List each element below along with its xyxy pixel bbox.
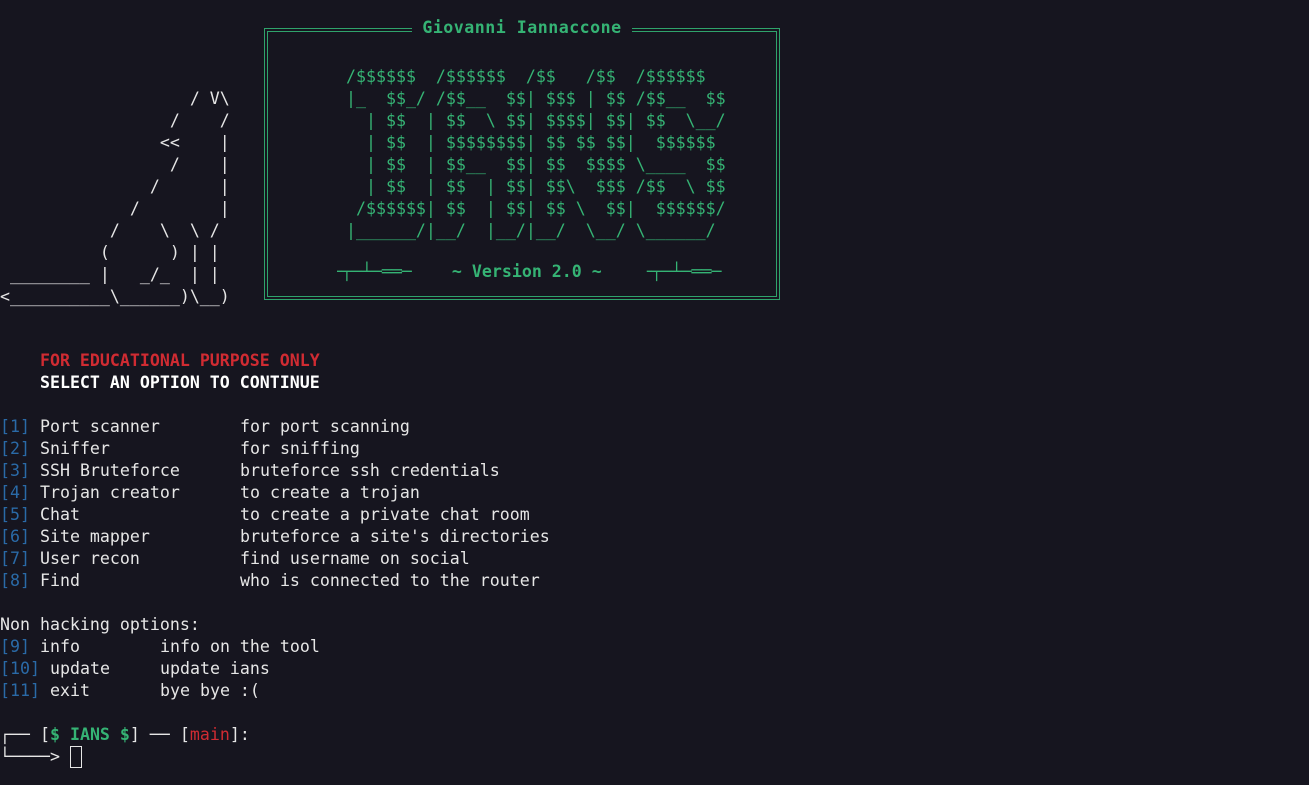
select-instruction: SELECT AN OPTION TO CONTINUE: [39, 373, 320, 392]
version-text: ~ Version 2.0 ~: [451, 262, 602, 281]
prompt-corner-bottom: └────>: [0, 747, 60, 766]
option-number: [1]: [0, 417, 30, 436]
option-description: update ians: [160, 659, 270, 678]
option-description: for sniffing: [239, 439, 360, 458]
option-label: Sniffer: [39, 439, 110, 458]
prompt-separator: ─: [149, 725, 160, 744]
menu-option[interactable]: [4] Trojan creator to create a trojan: [0, 482, 420, 504]
menu-option[interactable]: [3] SSH Bruteforce bruteforce ssh credenti…: [0, 460, 500, 482]
option-description: who is connected to the router: [239, 571, 540, 590]
menu-option[interactable]: [1] Port scanner for port scanning: [0, 416, 410, 438]
gun-left-icon: ╶┬─┴─══─: [332, 262, 412, 281]
option-label: update: [50, 659, 110, 678]
notice-warning-line: FOR EDUCATIONAL PURPOSE ONLY: [0, 350, 320, 372]
option-number: [9]: [0, 637, 30, 656]
option-number: [4]: [0, 483, 30, 502]
gun-right-icon: ╶┬─┴─══─: [641, 262, 722, 281]
notice-instruction-line: SELECT AN OPTION TO CONTINUE: [0, 372, 320, 394]
option-description: find username on social: [239, 549, 470, 568]
option-number: [10]: [0, 659, 40, 678]
prompt-line: ┌── [$ IANS $] ── [main]:: [0, 725, 250, 744]
option-number: [11]: [0, 681, 40, 700]
option-label: SSH Bruteforce: [39, 461, 180, 480]
menu-option[interactable]: [7] User recon find username on social: [0, 548, 470, 570]
ians-logo-ascii: /$$$$$$ /$$$$$$ /$$ /$$ /$$$$$$ |_ $$_/ …: [346, 67, 726, 240]
option-label: Port scanner: [39, 417, 160, 436]
option-description: for port scanning: [239, 417, 410, 436]
menu-option[interactable]: [8] Find who is connected to the router: [0, 570, 540, 592]
non-hacking-option[interactable]: [9] info info on the tool: [0, 636, 320, 658]
option-number: [2]: [0, 439, 30, 458]
option-description: info on the tool: [160, 637, 320, 656]
banner-title-text: Giovanni Iannaccone: [412, 18, 632, 37]
educational-warning: FOR EDUCATIONAL PURPOSE ONLY: [39, 351, 320, 370]
option-label: User recon: [39, 549, 140, 568]
option-description: bruteforce ssh credentials: [239, 461, 500, 480]
version-line: ╶┬─┴─══─ ~ Version 2.0 ~ ╶┬─┴─══─: [332, 262, 722, 281]
banner-box: Giovanni Iannaccone /$$$$$$ /$$$$$$ /$$ …: [264, 18, 780, 300]
prompt-context: main: [189, 725, 230, 744]
menu-option[interactable]: [5] Chat to create a private chat room: [0, 504, 530, 526]
prompt-suffix: :: [239, 725, 250, 744]
prompt-tool-name: $ IANS $: [49, 725, 130, 744]
prompt-input-line[interactable]: └────>: [0, 745, 82, 768]
wolf-ascii-art: / V\ / / << | / | / | / | / \ \ / ( ) | …: [0, 89, 230, 306]
option-label: Trojan creator: [39, 483, 180, 502]
option-number: [3]: [0, 461, 30, 480]
option-label: info: [40, 637, 80, 656]
non-hacking-option[interactable]: [10] update update ians: [0, 658, 270, 680]
option-number: [7]: [0, 549, 30, 568]
prompt-corner-top: ┌──: [0, 725, 30, 744]
option-label: Site mapper: [39, 527, 150, 546]
non-hacking-heading: Non hacking options:: [0, 615, 200, 634]
terminal-cursor[interactable]: [69, 745, 82, 768]
menu-option[interactable]: [6] Site mapper bruteforce a site's direct…: [0, 526, 550, 548]
option-label: Find: [39, 571, 80, 590]
option-number: [5]: [0, 505, 30, 524]
non-hacking-option[interactable]: [11] exit bye bye :(: [0, 680, 260, 702]
option-description: bruteforce a site's directories: [239, 527, 550, 546]
option-number: [8]: [0, 571, 30, 590]
banner-title: Giovanni Iannaccone: [268, 18, 776, 37]
option-number: [6]: [0, 527, 30, 546]
menu-option[interactable]: [2] Sniffer for sniffing: [0, 438, 360, 460]
option-description: bye bye :(: [160, 681, 260, 700]
option-label: Chat: [39, 505, 80, 524]
option-label: exit: [50, 681, 90, 700]
option-description: to create a private chat room: [239, 505, 530, 524]
option-description: to create a trojan: [239, 483, 420, 502]
